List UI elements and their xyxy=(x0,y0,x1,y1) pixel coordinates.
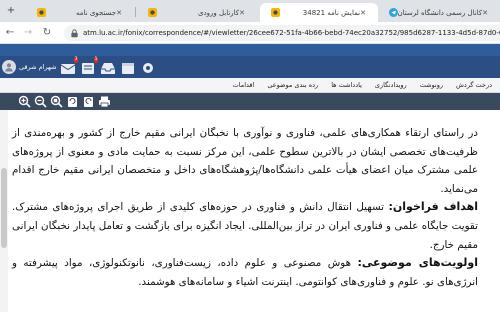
priorities-paragraph: اولویت‌های موضوعی: هوش مصنوعی و علوم داد… xyxy=(12,254,478,291)
app-header: شهرام شرقی 3 1 xyxy=(0,56,500,78)
menu-item-circulation-tree[interactable]: درخت گردش xyxy=(456,81,492,89)
site-info-icon[interactable] xyxy=(70,28,79,38)
menu-item-copy[interactable]: رونوشت xyxy=(420,81,443,89)
letter-menu-bar: درخت گردش رونوشت رویدادنگاری یادداشت ها … xyxy=(0,78,500,93)
close-tab-icon[interactable]: ✕ xyxy=(360,9,366,17)
letter-body: در راستای ارتقاء همکاری‌های علمی، فناوری… xyxy=(12,124,478,291)
tab-title: جستجوی نامه xyxy=(76,8,117,17)
browser-tab-strip: + ✕ جستجوی نامه ✕ کارتابل ورودی ✕ نمایش … xyxy=(0,0,500,22)
browser-tab-view-letter[interactable]: ✕ نمایش نامه 34821 xyxy=(260,3,378,22)
tab-title: کارتابل ورودی xyxy=(197,8,240,17)
tab-title: کانال رسمی دانشگاه لرستان xyxy=(397,8,483,17)
address-url-text: atm.lu.ac.ir/fonix/correspondence/#/view… xyxy=(83,29,500,37)
close-tab-icon[interactable]: ✕ xyxy=(239,9,245,17)
intro-paragraph: در راستای ارتقاء همکاری‌های علمی، فناوری… xyxy=(12,127,478,195)
back-arrow-icon[interactable]: ← xyxy=(4,27,16,39)
reload-icon[interactable]: ↻ xyxy=(41,27,53,39)
letters-icon[interactable]: 1 xyxy=(80,57,99,74)
address-bar[interactable]: atm.lu.ac.ir/fonix/correspondence/#/view… xyxy=(64,25,500,41)
zoom-out-icon[interactable] xyxy=(34,95,47,108)
document-scrollbar[interactable] xyxy=(0,110,8,312)
menu-item-subject-classification[interactable]: رده بندی موضوعی xyxy=(267,81,318,89)
scrollbar-thumb[interactable] xyxy=(1,168,7,248)
menu-item-notes[interactable]: یادداشت ها xyxy=(331,81,362,89)
menu-item-actions[interactable]: اقدامات xyxy=(233,81,255,89)
priorities-heading: اولویت‌های موضوعی: xyxy=(357,256,478,270)
app-header-top xyxy=(0,44,500,56)
browser-tab-search-letter[interactable]: ✕ جستجوی نامه xyxy=(26,3,134,22)
messages-icon[interactable]: 3 xyxy=(60,57,79,74)
forward-arrow-icon[interactable]: → xyxy=(22,27,34,39)
viewer-toolbar xyxy=(0,93,500,110)
menu-item-event-log[interactable]: رویدادنگاری xyxy=(375,81,407,89)
zoom-in-icon[interactable] xyxy=(18,95,31,108)
calendar-icon[interactable] xyxy=(120,60,136,74)
notification-badge: 3 xyxy=(73,57,79,63)
new-tab-button[interactable]: + xyxy=(4,4,18,18)
notification-badge: 1 xyxy=(93,57,99,63)
letter-document: در راستای ارتقاء همکاری‌های علمی، فناوری… xyxy=(0,110,500,312)
user-toolbar: شهرام شرقی 3 1 xyxy=(2,57,160,76)
close-tab-icon[interactable]: ✕ xyxy=(116,9,122,17)
inbox-icon[interactable] xyxy=(100,60,116,74)
rotate-left-icon[interactable] xyxy=(66,95,79,108)
settings-icon[interactable] xyxy=(140,60,156,74)
browser-tab-inbox[interactable]: ✕ کارتابل ورودی xyxy=(137,3,257,22)
fit-page-icon[interactable] xyxy=(50,95,63,108)
user-name[interactable]: شهرام شرقی xyxy=(19,63,56,71)
user-icon xyxy=(5,63,13,72)
tab-title: نمایش نامه 34821 xyxy=(302,8,361,17)
goals-paragraph: اهداف فراخوان: تسهیل انتقال دانش و فناور… xyxy=(12,198,478,254)
site-favicon-icon xyxy=(37,8,46,17)
browser-nav-bar: ← → ↻ atm.lu.ac.ir/fonix/correspondence/… xyxy=(0,22,500,44)
telegram-favicon-icon xyxy=(388,8,398,17)
site-favicon-icon xyxy=(271,8,280,17)
site-favicon-icon xyxy=(148,8,157,17)
close-tab-icon[interactable]: ✕ xyxy=(482,9,488,17)
print-icon[interactable] xyxy=(98,95,111,108)
goals-heading: اهداف فراخوان: xyxy=(388,200,478,214)
rotate-right-icon[interactable] xyxy=(82,95,95,108)
browser-tab-lorestan-channel[interactable]: ✕ کانال رسمی دانشگاه لرستان xyxy=(380,3,500,22)
avatar[interactable] xyxy=(2,60,16,74)
